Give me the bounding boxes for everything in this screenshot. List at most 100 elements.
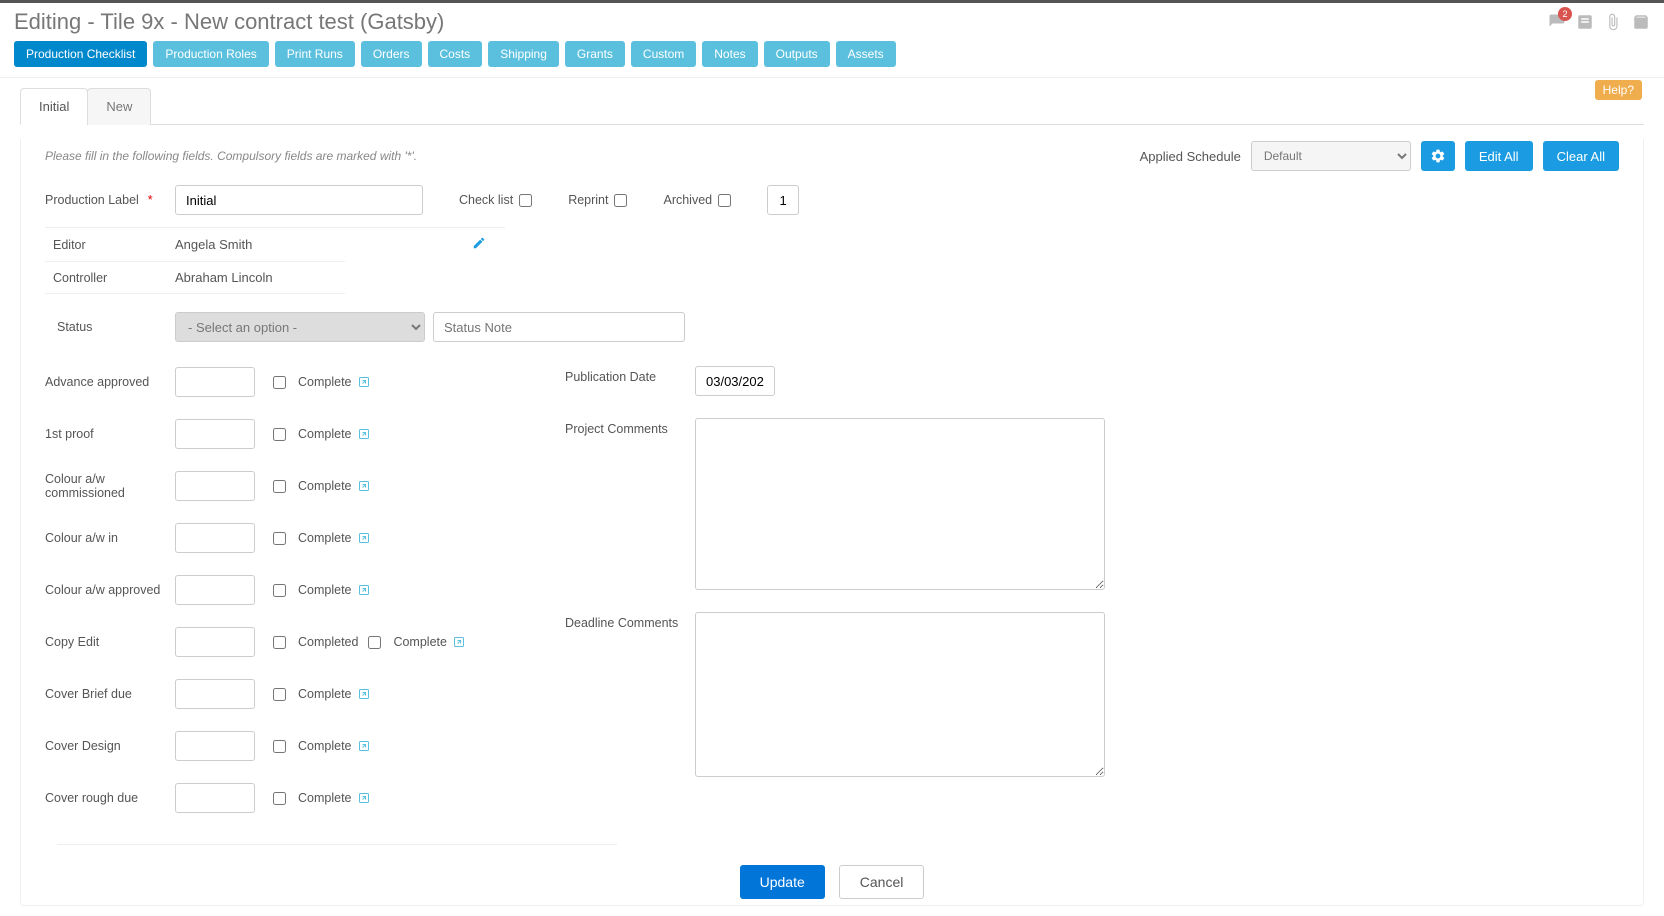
production-label-input[interactable] <box>175 185 423 215</box>
checklist-row: Cover Brief dueComplete <box>45 678 525 710</box>
nav-tab-notes[interactable]: Notes <box>702 41 757 67</box>
checklist-date-input[interactable] <box>175 523 255 553</box>
settings-button[interactable] <box>1421 141 1455 171</box>
edit-all-button[interactable]: Edit All <box>1465 141 1533 171</box>
editor-value: Angela Smith <box>175 237 252 252</box>
popup-icon[interactable] <box>358 688 370 700</box>
popup-icon[interactable] <box>358 428 370 440</box>
form-hint: Please fill in the following fields. Com… <box>45 149 417 163</box>
archive-icon[interactable] <box>1632 13 1650 31</box>
popup-icon[interactable] <box>358 792 370 804</box>
complete-label: Complete <box>298 583 352 597</box>
completed-label: Completed <box>298 635 358 649</box>
nav-tab-orders[interactable]: Orders <box>361 41 422 67</box>
complete-checkbox[interactable] <box>273 584 286 597</box>
checklist-date-input[interactable] <box>175 731 255 761</box>
archived-lbl: Archived <box>663 193 712 207</box>
controller-value: Abraham Lincoln <box>175 270 273 285</box>
complete-label: Complete <box>298 687 352 701</box>
nav-tab-assets[interactable]: Assets <box>836 41 896 67</box>
popup-icon[interactable] <box>358 740 370 752</box>
header-icon-bar: 2 <box>1548 9 1650 31</box>
subtabs: Initial New <box>20 88 1644 125</box>
complete-checkbox[interactable] <box>273 532 286 545</box>
nav-tab-grants[interactable]: Grants <box>565 41 625 67</box>
complete-label: Complete <box>298 791 352 805</box>
checklist-item-label: Colour a/w commissioned <box>45 472 175 500</box>
checklist-row: Colour a/w approved Complete <box>45 574 525 606</box>
popup-icon[interactable] <box>358 584 370 596</box>
reprint-lbl: Reprint <box>568 193 608 207</box>
checklist-date-input[interactable] <box>175 419 255 449</box>
checklist-date-input[interactable] <box>175 783 255 813</box>
projcomments-lbl: Project Comments <box>565 418 695 590</box>
controller-lbl: Controller <box>45 271 175 285</box>
reprint-checkbox[interactable] <box>614 194 627 207</box>
notification-badge: 2 <box>1558 7 1572 21</box>
deadcomments-lbl: Deadline Comments <box>565 612 695 777</box>
complete-checkbox[interactable] <box>273 636 286 649</box>
complete-label: Complete <box>298 479 352 493</box>
complete-checkbox[interactable] <box>273 428 286 441</box>
complete-checkbox[interactable] <box>273 480 286 493</box>
attach-icon[interactable] <box>1604 13 1622 31</box>
cancel-button[interactable]: Cancel <box>839 865 925 899</box>
checklist-item-label: 1st proof <box>45 427 175 441</box>
nav-tab-custom[interactable]: Custom <box>631 41 696 67</box>
checklist-item-label: Cover rough due <box>45 791 175 805</box>
checklist-row: Copy EditCompletedComplete <box>45 626 525 658</box>
page-title: Editing - Tile 9x - New contract test (G… <box>14 9 444 35</box>
checklist-item-label: Advance approved <box>45 375 175 389</box>
checklist-date-input[interactable] <box>175 575 255 605</box>
order-input[interactable] <box>767 185 799 215</box>
complete-checkbox[interactable] <box>273 688 286 701</box>
schedule-label: Applied Schedule <box>1140 149 1241 164</box>
update-button[interactable]: Update <box>740 865 825 899</box>
nav-tab-production-checklist[interactable]: Production Checklist <box>14 41 147 67</box>
popup-icon[interactable] <box>358 532 370 544</box>
nav-tab-costs[interactable]: Costs <box>428 41 483 67</box>
nav-tab-production-roles[interactable]: Production Roles <box>153 41 268 67</box>
deadline-comments-input[interactable] <box>695 612 1105 777</box>
checklist-date-input[interactable] <box>175 471 255 501</box>
pubdate-input[interactable] <box>695 366 775 396</box>
complete-label: Complete <box>298 531 352 545</box>
checklist-item-label: Colour a/w approved <box>45 583 175 597</box>
complete-checkbox[interactable] <box>273 792 286 805</box>
tab-new[interactable]: New <box>87 88 151 125</box>
editor-lbl: Editor <box>45 238 175 252</box>
comments-icon[interactable]: 2 <box>1548 13 1566 31</box>
checklist-row: Cover rough due Complete <box>45 782 525 814</box>
status-select[interactable]: - Select an option - <box>175 312 425 342</box>
checklist-row: Advance approved Complete <box>45 366 525 398</box>
project-comments-input[interactable] <box>695 418 1105 590</box>
clear-all-button[interactable]: Clear All <box>1543 141 1619 171</box>
checklist-date-input[interactable] <box>175 679 255 709</box>
nav-tab-outputs[interactable]: Outputs <box>764 41 830 67</box>
checklist-checkbox[interactable] <box>519 194 532 207</box>
help-button[interactable]: Help? <box>1595 80 1642 100</box>
complete-label: Complete <box>298 427 352 441</box>
schedule-select[interactable]: Default <box>1251 141 1411 171</box>
tab-initial[interactable]: Initial <box>20 88 88 125</box>
popup-icon[interactable] <box>453 636 465 648</box>
complete-checkbox[interactable] <box>273 740 286 753</box>
checklist-date-input[interactable] <box>175 627 255 657</box>
complete-checkbox[interactable] <box>273 376 286 389</box>
nav-tab-shipping[interactable]: Shipping <box>488 41 559 67</box>
complete-label: Complete <box>298 375 352 389</box>
checklist-row: Cover Design Complete <box>45 730 525 762</box>
status-note-input[interactable] <box>433 312 685 342</box>
nav-tab-print-runs[interactable]: Print Runs <box>275 41 355 67</box>
popup-icon[interactable] <box>358 480 370 492</box>
archived-checkbox[interactable] <box>718 194 731 207</box>
nav-tabs: Production ChecklistProduction Roles Prin… <box>0 35 1664 78</box>
notes-icon[interactable] <box>1576 13 1594 31</box>
popup-icon[interactable] <box>358 376 370 388</box>
checklist-row: 1st proof Complete <box>45 418 525 450</box>
completed-checkbox[interactable] <box>368 636 381 649</box>
checklist-item-label: Cover Design <box>45 739 175 753</box>
complete-label: Complete <box>298 739 352 753</box>
checklist-date-input[interactable] <box>175 367 255 397</box>
edit-icon[interactable] <box>472 236 486 253</box>
